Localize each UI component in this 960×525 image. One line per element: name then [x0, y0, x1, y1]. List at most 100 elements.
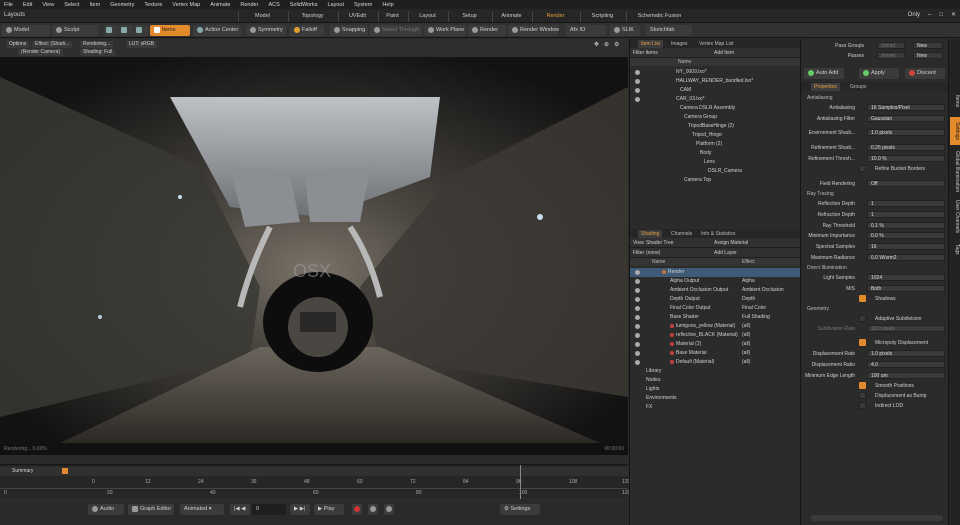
- min-importance-field[interactable]: 0.0 %: [867, 232, 945, 239]
- viewport-options-button[interactable]: Options: [6, 41, 30, 48]
- snapping-button[interactable]: Snapping: [330, 25, 368, 36]
- item-row[interactable]: Platform (2): [630, 140, 801, 149]
- visibility-eye-icon[interactable]: [635, 315, 640, 320]
- item-row[interactable]: CAR_03.lxo*: [630, 95, 801, 104]
- disp-as-bump-checkbox[interactable]: [859, 392, 866, 399]
- visibility-eye-icon[interactable]: [635, 351, 640, 356]
- item-row[interactable]: NY_0009.lxo*: [630, 68, 801, 77]
- reflection-depth-field[interactable]: 1: [867, 200, 945, 207]
- layout-tab-animate[interactable]: Animate: [492, 11, 530, 22]
- shader-row[interactable]: Render: [630, 268, 801, 277]
- side-tab-tags[interactable]: Tags: [950, 239, 960, 259]
- menu-select[interactable]: Select: [64, 2, 79, 8]
- record-button[interactable]: [352, 504, 362, 515]
- play-button[interactable]: ▶ Play: [314, 504, 344, 515]
- passes-dropdown[interactable]: (none): [877, 52, 905, 59]
- apply-button[interactable]: Apply: [859, 68, 899, 79]
- frame-input[interactable]: 0: [252, 504, 286, 515]
- shader-row[interactable]: Ambient Occlusion Output Ambient Occlusio…: [630, 286, 801, 295]
- item-row[interactable]: Lens: [630, 158, 801, 167]
- tab-groups[interactable]: Groups: [847, 83, 869, 91]
- only-toggle[interactable]: Only: [908, 12, 920, 18]
- spectral-samples-field[interactable]: 16: [867, 243, 945, 250]
- layout-tab-setup[interactable]: Setup: [448, 11, 490, 22]
- visibility-eye-icon[interactable]: [635, 79, 640, 84]
- effect-dropdown[interactable]: Effect: (Shadi...: [32, 41, 73, 48]
- shader-row[interactable]: Base Material (all): [630, 349, 801, 358]
- shading-dropdown[interactable]: Shading: Full: [80, 49, 116, 56]
- zoom-icon[interactable]: ⊕: [604, 41, 609, 48]
- audio-button[interactable]: Audio: [88, 504, 124, 515]
- item-row[interactable]: HALLWAY_RENDER_bundled.lxo*: [630, 77, 801, 86]
- lut-dropdown[interactable]: LUT: sRGB: [126, 41, 158, 48]
- tab-images[interactable]: Images: [668, 40, 690, 48]
- visibility-eye-icon[interactable]: [635, 342, 640, 347]
- layout-tab-topology[interactable]: Topology: [288, 11, 336, 22]
- menu-acs[interactable]: ACS: [268, 2, 279, 8]
- mis-dropdown[interactable]: Both: [867, 285, 945, 292]
- new-pass-group-button[interactable]: New: [913, 42, 943, 49]
- aa-filter-dropdown[interactable]: Gaussian: [867, 115, 945, 122]
- env-shading-field[interactable]: 1.0 pixels: [867, 129, 945, 136]
- visibility-eye-icon[interactable]: [635, 279, 640, 284]
- key-button[interactable]: [368, 504, 378, 515]
- properties-scrollbar[interactable]: [811, 515, 943, 521]
- shadows-checkbox[interactable]: [859, 295, 866, 302]
- items-select-button[interactable]: Items: [150, 25, 190, 36]
- layout-tab-schematic-fusion[interactable]: Schematic Fusion: [626, 11, 692, 22]
- tab-vertex-map-list[interactable]: Vertex Map List: [696, 40, 736, 48]
- refine-bucket-checkbox[interactable]: [859, 165, 866, 172]
- item-row[interactable]: Camera DSLR Assembly: [630, 104, 801, 113]
- assign-material-button[interactable]: Assign Material: [714, 240, 748, 246]
- layout-tab-render[interactable]: Render: [532, 11, 578, 22]
- afx-io-button[interactable]: Afx IO: [566, 25, 606, 36]
- visibility-eye-icon[interactable]: [635, 88, 640, 93]
- item-row[interactable]: CAM: [630, 86, 801, 95]
- effect-column[interactable]: Effect: [742, 259, 755, 265]
- refraction-depth-field[interactable]: 1: [867, 211, 945, 218]
- menu-layout[interactable]: Layout: [327, 2, 344, 8]
- menu-system[interactable]: System: [354, 2, 372, 8]
- name-column[interactable]: Name: [678, 59, 691, 65]
- edges-select-button[interactable]: [119, 25, 133, 36]
- graph-editor-button[interactable]: Graph Editor: [128, 504, 174, 515]
- falloff-button[interactable]: Falloff: [290, 25, 324, 36]
- visibility-eye-icon[interactable]: [635, 297, 640, 302]
- menu-vertex-map[interactable]: Vertex Map: [172, 2, 200, 8]
- close-icon[interactable]: ✕: [951, 11, 956, 18]
- disp-ratio-field[interactable]: 4.0: [867, 361, 945, 368]
- menu-geometry[interactable]: Geometry: [110, 2, 134, 8]
- render-button[interactable]: Render: [468, 25, 506, 36]
- new-pass-button[interactable]: New: [913, 52, 943, 59]
- shader-row[interactable]: Library: [630, 367, 801, 376]
- settings-button[interactable]: ⚙ Settings: [500, 504, 540, 515]
- shader-row[interactable]: Lights: [630, 385, 801, 394]
- tab-channels[interactable]: Channels: [668, 230, 695, 238]
- layout-tab-model[interactable]: Model: [238, 11, 286, 22]
- visibility-eye-icon[interactable]: [635, 333, 640, 338]
- tab-shading[interactable]: Shading: [638, 230, 663, 238]
- max-radiance-field[interactable]: 0.0 W/srm2: [867, 254, 945, 261]
- layout-tab-scripting[interactable]: Scripting: [580, 11, 624, 22]
- filter-dropdown[interactable]: (none): [646, 250, 660, 256]
- visibility-eye-icon[interactable]: [635, 324, 640, 329]
- slik-button[interactable]: SLIK: [610, 25, 640, 36]
- item-row[interactable]: Tripod_Hinge: [630, 131, 801, 140]
- add-item-button[interactable]: Add Item: [714, 50, 734, 56]
- layout-tab-paint[interactable]: Paint: [378, 11, 406, 22]
- next-key-button[interactable]: ▶ ▶|: [290, 504, 310, 515]
- visibility-eye-icon[interactable]: [635, 360, 640, 365]
- sketchfab-button[interactable]: Sketchfab: [646, 25, 692, 36]
- item-row[interactable]: Body: [630, 149, 801, 158]
- auto-add-button[interactable]: Auto Add: [804, 68, 844, 79]
- shader-row[interactable]: lumigons_yellow (Material) (all): [630, 322, 801, 331]
- menu-texture[interactable]: Texture: [144, 2, 162, 8]
- visibility-eye-icon[interactable]: [635, 306, 640, 311]
- shader-row[interactable]: Default (Material) (all): [630, 358, 801, 367]
- visibility-eye-icon[interactable]: [635, 288, 640, 293]
- item-row[interactable]: DSLR_Camera: [630, 167, 801, 176]
- field-rendering-dropdown[interactable]: Off: [867, 180, 945, 187]
- minimize-icon[interactable]: –: [928, 12, 931, 18]
- shader-row[interactable]: Depth Output Depth: [630, 295, 801, 304]
- filter-items-dropdown[interactable]: Filter Items: [633, 50, 658, 56]
